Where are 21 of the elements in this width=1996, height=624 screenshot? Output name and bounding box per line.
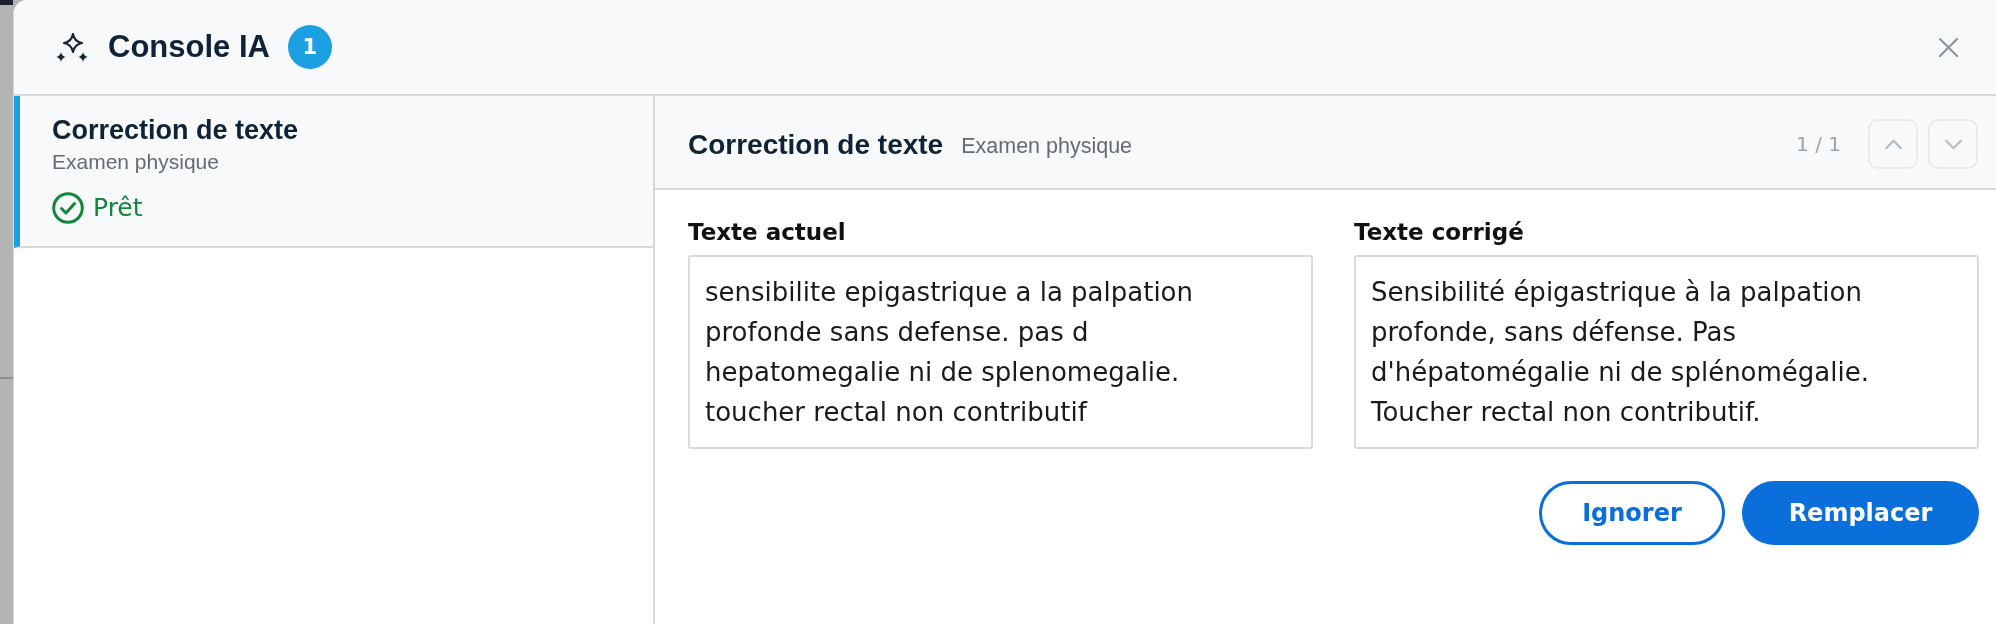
text-area[interactable]: sensibilite epigastrique a la palpation profonde sans defense. pas d hepatomegalie ni de splenomegalie. toucher rectal non contributif: [688, 255, 1313, 449]
dialog-title: Console IA: [108, 29, 270, 65]
field-label: Texte actuel: [688, 218, 846, 247]
replace-button[interactable]: Remplacer: [1742, 481, 1979, 545]
item-title: Correction de texte: [52, 115, 299, 146]
check-circle-icon: [52, 192, 84, 224]
close-button[interactable]: [1939, 37, 1958, 57]
text-area[interactable]: Sensibilité épigastrique à la palpation profonde, sans défense. Pas d'hépatomégalie ni de splénomégalie. Toucher rectal non contributif.: [1354, 255, 1979, 449]
count-badge: 1: [287, 25, 332, 69]
status-label: Prêt: [93, 192, 143, 224]
field-label: Texte corrigé: [1354, 218, 1524, 247]
item-subtitle: Examen physique: [52, 149, 219, 175]
panel-title: Correction de texte: [688, 129, 944, 161]
panel-subtitle: Examen physique: [961, 133, 1133, 159]
sidebar-item[interactable]: Correction de texte Examen physique Prêt: [14, 96, 653, 248]
ignore-button[interactable]: Ignorer: [1539, 481, 1725, 545]
close-icon: [1939, 37, 1958, 57]
page-counter: 1 / 1: [1796, 132, 1841, 156]
sparkle-icon: [56, 33, 88, 63]
chevron-up-icon: [1883, 138, 1903, 150]
chevron-down-icon: [1943, 138, 1963, 150]
